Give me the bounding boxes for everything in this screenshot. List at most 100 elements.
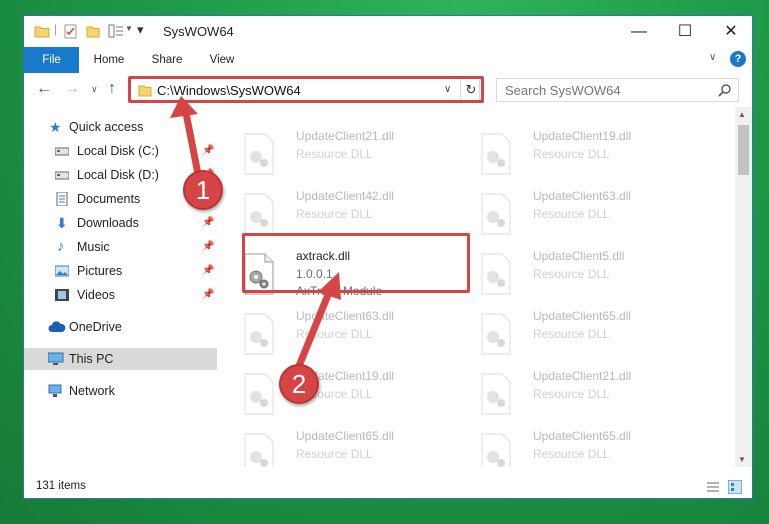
file-type: Resource DLL	[533, 207, 610, 221]
nav-label: Local Disk (C:)	[77, 144, 159, 158]
nav-this-pc[interactable]: This PC	[24, 348, 217, 370]
search-box[interactable]	[496, 78, 739, 102]
customize-toolbar-icon[interactable]: ▾	[137, 22, 144, 38]
file-type: Resource DLL	[533, 147, 610, 161]
file-name: UpdateClient63.dll	[533, 189, 632, 203]
file-tile[interactable]: UpdateClient21.dll Resource DLL	[243, 129, 473, 181]
nav-label: Local Disk (D:)	[77, 168, 159, 182]
back-button[interactable]: ←	[36, 80, 52, 98]
tab-file[interactable]: File	[24, 47, 79, 73]
close-button[interactable]: ✕	[708, 16, 752, 47]
file-type: Resource DLL	[533, 387, 610, 401]
expand-ribbon-icon[interactable]: ∨	[709, 52, 716, 63]
status-bar: 131 items	[24, 471, 752, 498]
tab-share[interactable]: Share	[144, 47, 190, 73]
computer-icon	[48, 352, 64, 365]
file-name: UpdateClient21.dll	[533, 369, 632, 383]
search-icon[interactable]	[718, 83, 732, 97]
dll-file-icon	[481, 253, 511, 295]
file-tile[interactable]: UpdateClient21.dll Resource DLL	[480, 369, 710, 421]
nav-item-local-disk-c[interactable]: Local Disk (C:) 📌	[24, 140, 217, 162]
tab-view[interactable]: View	[200, 47, 244, 73]
documents-icon	[56, 192, 68, 206]
cloud-icon	[48, 321, 66, 332]
file-highlight	[242, 233, 470, 293]
nav-item-downloads[interactable]: ⬇ Downloads 📌	[24, 212, 217, 234]
up-button[interactable]: ↑	[108, 80, 116, 98]
view-details-icon[interactable]	[108, 24, 124, 38]
nav-label: OneDrive	[69, 320, 122, 334]
file-type: Resource DLL	[533, 327, 610, 341]
file-tile[interactable]: UpdateClient5.dll Resource DLL	[480, 249, 710, 301]
new-folder-icon[interactable]	[86, 24, 100, 38]
file-name: UpdateClient65.dll	[296, 429, 395, 443]
address-bar-highlight	[128, 76, 484, 103]
details-view-icon[interactable]	[706, 481, 720, 493]
file-type: Resource DLL	[296, 147, 373, 161]
navigation-pane: ★ Quick access Local Disk (C:) 📌 Local D…	[24, 107, 217, 467]
file-name: UpdateClient63.dll	[296, 309, 395, 323]
separator: |	[54, 22, 58, 36]
file-type: Resource DLL	[296, 207, 373, 221]
nav-item-pictures[interactable]: Pictures 📌	[24, 260, 217, 282]
file-tile[interactable]: UpdateClient65.dll Resource DLL	[480, 429, 710, 467]
pin-icon[interactable]: 📌	[202, 140, 214, 162]
dll-file-icon	[244, 133, 274, 175]
nav-label: Downloads	[77, 216, 139, 230]
folder-icon	[34, 26, 50, 38]
nav-label: Music	[77, 240, 110, 254]
file-name: UpdateClient5.dll	[533, 249, 625, 263]
dll-file-icon	[481, 133, 511, 175]
nav-network[interactable]: Network	[24, 380, 217, 402]
drive-icon	[55, 147, 69, 156]
nav-label: Network	[69, 384, 115, 398]
scroll-down-icon[interactable]: ▼	[738, 455, 746, 464]
nav-onedrive[interactable]: OneDrive	[24, 316, 217, 338]
nav-quick-access[interactable]: ★ Quick access	[24, 116, 217, 138]
item-count: 131 items	[36, 480, 86, 492]
maximize-button[interactable]: ☐	[662, 16, 708, 47]
pin-icon[interactable]: 📌	[202, 260, 214, 282]
file-type: Resource DLL	[296, 447, 373, 461]
videos-icon	[55, 289, 69, 301]
nav-label: Quick access	[69, 120, 144, 134]
dll-file-icon	[481, 373, 511, 415]
file-tile[interactable]: UpdateClient63.dll Resource DLL	[243, 309, 473, 361]
nav-item-videos[interactable]: Videos 📌	[24, 284, 217, 306]
forward-button[interactable]: →	[64, 80, 80, 98]
pin-icon[interactable]: 📌	[202, 284, 214, 306]
file-tile[interactable]: UpdateClient65.dll Resource DLL	[243, 429, 473, 467]
help-icon[interactable]: ?	[730, 51, 746, 67]
dll-file-icon	[481, 193, 511, 235]
dll-file-icon	[244, 373, 274, 415]
chevron-down-icon[interactable]: ▼	[125, 24, 133, 33]
ribbon-tabs: File Home Share View ∨ ?	[24, 47, 752, 74]
file-tile[interactable]: UpdateClient19.dll Resource DLL	[243, 369, 473, 421]
tiles-view-icon[interactable]	[728, 480, 742, 494]
dll-file-icon	[244, 313, 274, 355]
dll-file-icon	[481, 433, 511, 467]
search-input[interactable]	[497, 79, 723, 101]
pin-icon[interactable]: 📌	[202, 212, 214, 234]
recent-locations-icon[interactable]: ∨	[91, 84, 98, 95]
minimize-button[interactable]: —	[616, 16, 662, 47]
drive-icon	[55, 171, 69, 180]
file-tile[interactable]: UpdateClient63.dll Resource DLL	[480, 189, 710, 241]
file-name: UpdateClient21.dll	[296, 129, 395, 143]
file-tile[interactable]: UpdateClient65.dll Resource DLL	[480, 309, 710, 361]
properties-icon[interactable]	[64, 24, 78, 39]
file-name: UpdateClient65.dll	[533, 309, 632, 323]
nav-item-music[interactable]: ♪ Music 📌	[24, 236, 217, 258]
file-type: Resource DLL	[533, 447, 610, 461]
step-1-badge: 1	[183, 170, 223, 210]
nav-label: This PC	[69, 352, 114, 366]
pin-icon[interactable]: 📌	[202, 236, 214, 258]
star-icon: ★	[49, 119, 62, 135]
tab-home[interactable]: Home	[84, 47, 134, 73]
scroll-thumb[interactable]	[738, 125, 749, 175]
file-tile[interactable]: UpdateClient19.dll Resource DLL	[480, 129, 710, 181]
file-type: Resource DLL	[533, 267, 610, 281]
scroll-up-icon[interactable]: ▲	[738, 110, 746, 119]
vertical-scrollbar[interactable]: ▲ ▼	[735, 107, 752, 467]
pictures-icon	[55, 265, 69, 277]
